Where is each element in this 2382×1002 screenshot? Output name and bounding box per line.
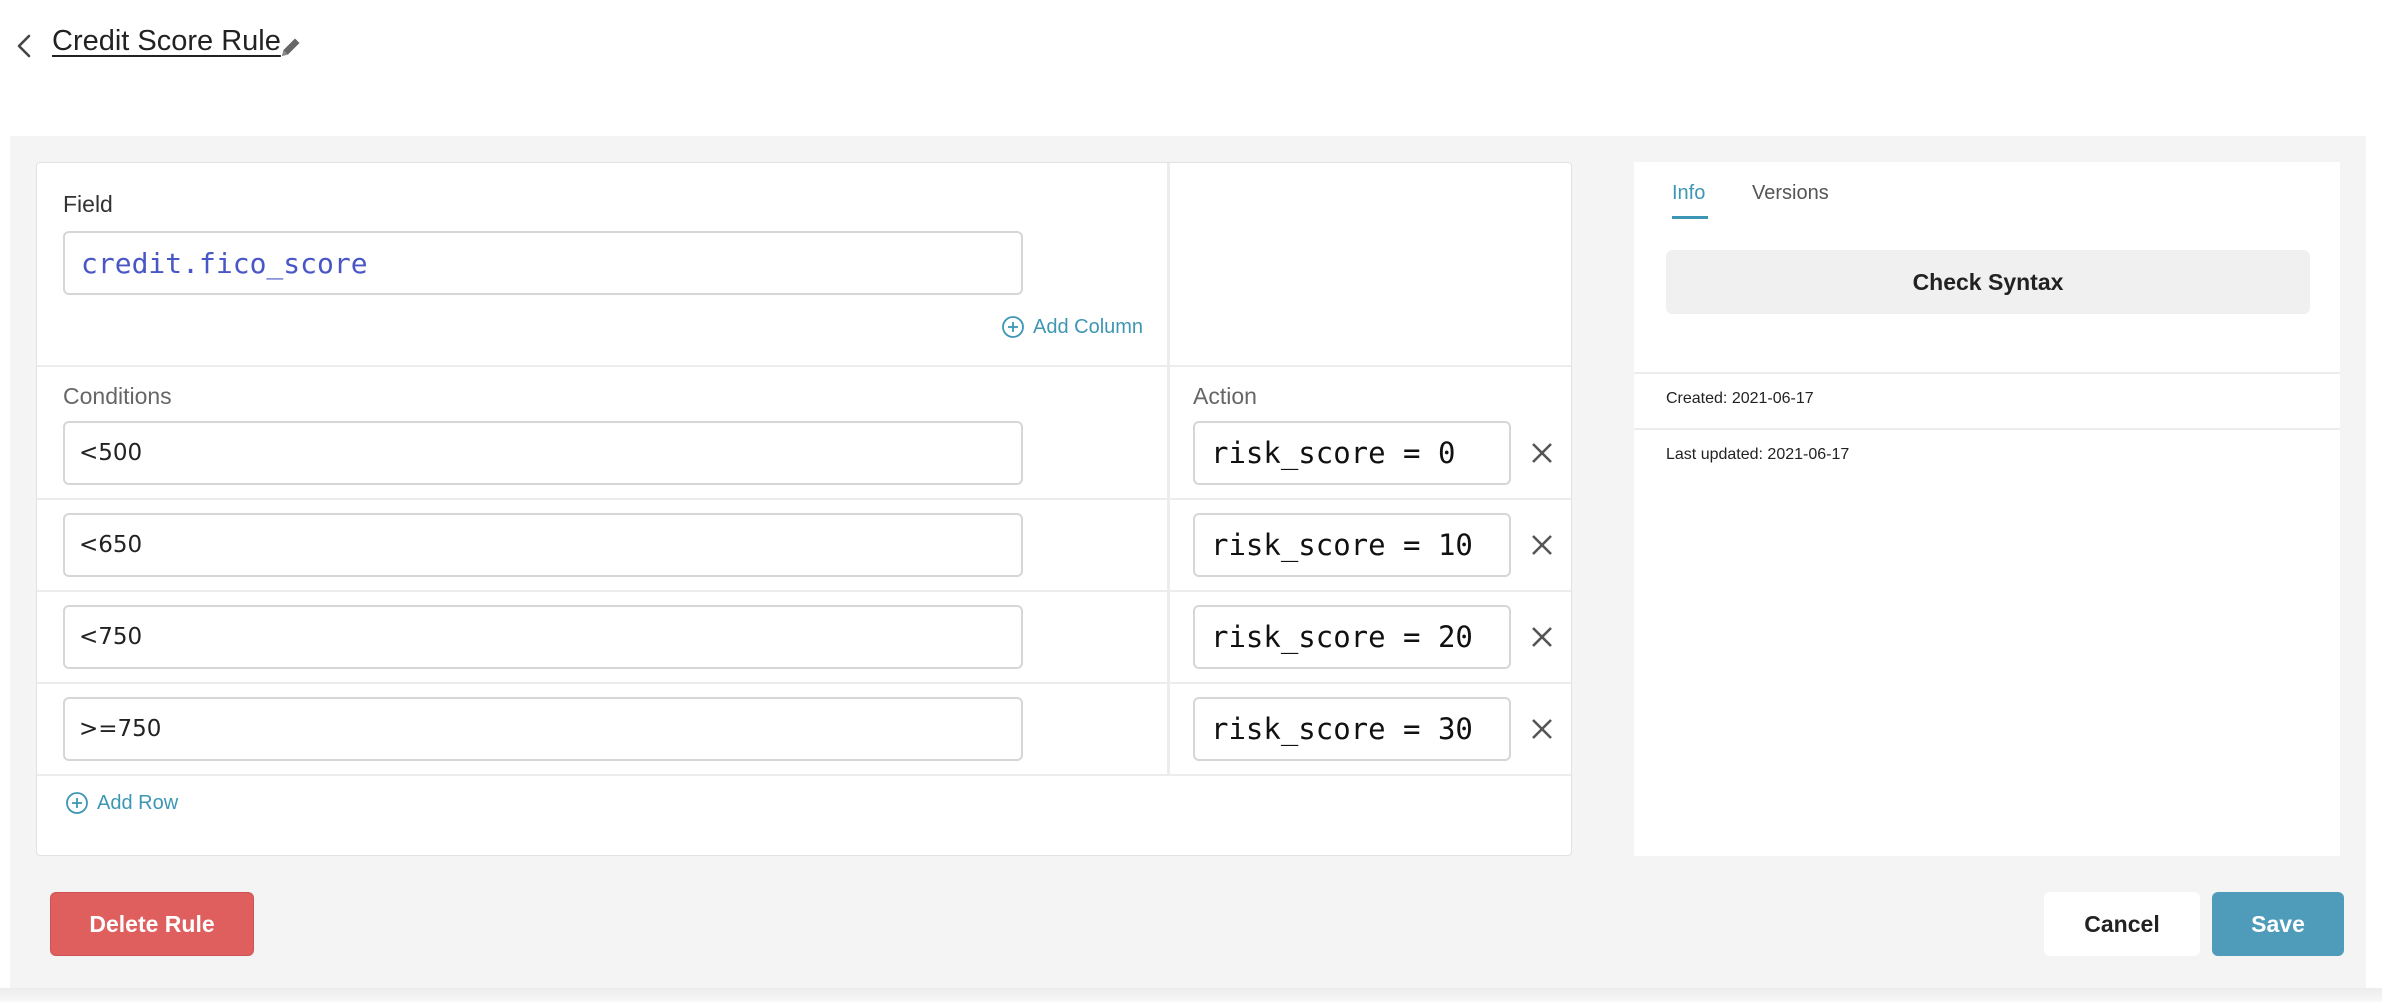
add-column-label: Add Column	[1033, 315, 1144, 338]
updated-value: 2021-06-17	[1767, 446, 1850, 463]
action-input[interactable]: risk_score = 20	[1193, 605, 1511, 669]
created-value: 2021-06-17	[1731, 390, 1814, 407]
row-divider	[37, 682, 1571, 684]
chevron-left-icon[interactable]	[12, 30, 36, 62]
add-row-button[interactable]: Add Row	[65, 791, 178, 815]
action-label: Action	[1193, 383, 1257, 409]
cancel-button[interactable]: Cancel	[2044, 892, 2200, 956]
close-icon[interactable]	[1527, 438, 1557, 468]
decision-table-card: Field credit.fico_score Add Column Condi…	[36, 162, 1572, 856]
row-divider	[37, 365, 1571, 367]
action-input[interactable]: risk_score = 0	[1193, 421, 1511, 485]
panel-divider	[1634, 372, 2340, 374]
page-title[interactable]: Credit Score Rule	[52, 25, 281, 58]
updated-meta: Last updated: 2021-06-17	[1666, 446, 1849, 464]
page-header: Credit Score Rule	[0, 0, 2382, 136]
created-meta: Created: 2021-06-17	[1666, 390, 1814, 408]
info-panel: Info Versions Check Syntax Created: 2021…	[1634, 162, 2340, 856]
tab-versions[interactable]: Versions	[1752, 182, 1829, 205]
condition-input[interactable]: <500	[63, 421, 1023, 485]
plus-circle-icon	[66, 792, 88, 814]
updated-label: Last updated:	[1666, 446, 1763, 463]
add-row-label: Add Row	[97, 791, 179, 814]
close-icon[interactable]	[1527, 622, 1557, 652]
bottom-shade	[0, 988, 2382, 1002]
row-divider	[37, 590, 1571, 592]
field-input[interactable]: credit.fico_score	[63, 231, 1023, 295]
condition-input[interactable]: <650	[63, 513, 1023, 577]
conditions-label: Conditions	[63, 383, 172, 409]
add-column-button[interactable]: Add Column	[1001, 315, 1143, 339]
close-icon[interactable]	[1527, 530, 1557, 560]
created-label: Created:	[1666, 390, 1728, 407]
row-divider	[37, 498, 1571, 500]
field-label: Field	[63, 191, 113, 217]
plus-circle-icon	[1002, 316, 1024, 338]
active-tab-indicator	[1672, 216, 1708, 219]
condition-input[interactable]: >=750	[63, 697, 1023, 761]
close-icon[interactable]	[1527, 714, 1557, 744]
panel-divider	[1634, 428, 2340, 430]
tab-info[interactable]: Info	[1672, 182, 1705, 205]
row-divider	[37, 774, 1571, 776]
save-button[interactable]: Save	[2212, 892, 2344, 956]
pencil-icon[interactable]	[278, 34, 304, 60]
condition-input[interactable]: <750	[63, 605, 1023, 669]
check-syntax-button[interactable]: Check Syntax	[1666, 250, 2310, 314]
action-input[interactable]: risk_score = 10	[1193, 513, 1511, 577]
delete-rule-button[interactable]: Delete Rule	[50, 892, 254, 956]
action-input[interactable]: risk_score = 30	[1193, 697, 1511, 761]
